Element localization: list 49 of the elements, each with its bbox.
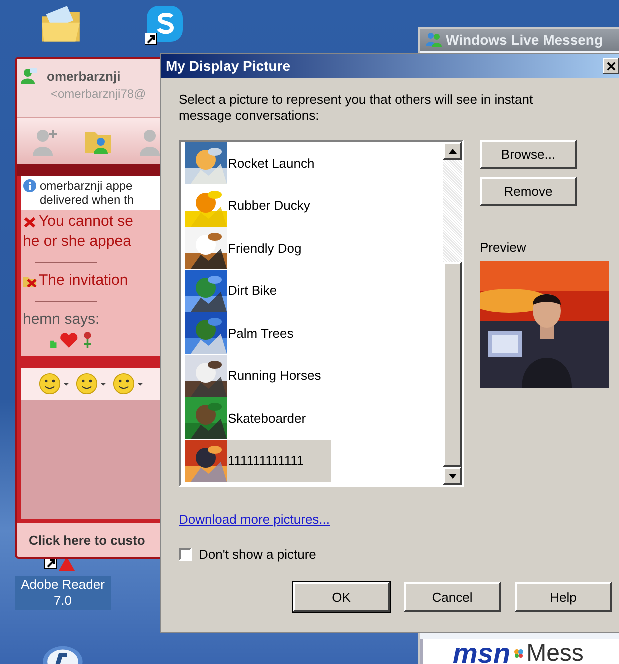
message-text: The invitation — [39, 271, 128, 291]
banner-text: Mess — [526, 640, 584, 664]
contact-email: <omerbarznji78@ — [50, 87, 148, 103]
x-mark-icon — [23, 216, 37, 228]
scroll-thumb[interactable] — [443, 262, 462, 467]
smiley-icon[interactable] — [113, 373, 146, 395]
side-button[interactable]: Remove — [480, 177, 577, 206]
buddy-icon — [21, 68, 37, 84]
icon-label[interactable]: Adobe Reader 7.0 — [15, 576, 111, 610]
picture-list-item[interactable]: Rubber Ducky — [185, 184, 331, 227]
dialog-title: My Display Picture — [166, 58, 290, 74]
dialog-button[interactable]: Help — [515, 582, 612, 612]
picture-list-item[interactable]: Running Horses — [185, 354, 331, 397]
message-text: You cannot se — [39, 212, 134, 232]
close-button[interactable] — [603, 58, 619, 74]
folder-x-icon — [23, 275, 37, 287]
message-text: hemn says: — [23, 310, 100, 330]
instruction-text: Select a picture to represent you that others will see in instant message conversations: — [179, 92, 534, 124]
download-link[interactable]: Download more pictures... — [179, 512, 330, 527]
skype-icon[interactable] — [145, 4, 185, 44]
dialog-button[interactable]: OK — [293, 582, 390, 612]
preview-label: Preview — [480, 240, 528, 255]
butterfly-icon — [514, 649, 524, 659]
picture-list-item[interactable]: Palm Trees — [185, 312, 331, 354]
picture-list-item[interactable]: Dirt Bike — [185, 270, 331, 312]
customize-text: Click here to custo — [29, 532, 146, 548]
smiley-icon[interactable] — [39, 373, 72, 395]
message-text: omerbarznji appe — [40, 179, 134, 193]
scroll-up-button[interactable] — [443, 142, 462, 160]
picture-list-item[interactable]: Friendly Dog — [185, 227, 331, 270]
smiley-icon[interactable] — [76, 373, 109, 395]
dialog-button[interactable]: Cancel — [404, 582, 501, 612]
message-text: delivered when th — [40, 193, 134, 207]
scroll-down-button[interactable] — [443, 467, 462, 485]
side-button[interactable]: Browse... — [480, 140, 577, 169]
picture-list-item[interactable]: Skateboarder — [185, 397, 331, 440]
people-icon — [426, 33, 442, 47]
close-icon — [606, 62, 616, 70]
scrollbar[interactable] — [443, 142, 462, 485]
message-text: he or she appea — [23, 232, 132, 252]
up-arrow-icon — [448, 148, 456, 154]
picture-list-item[interactable]: Rocket Launch — [185, 142, 331, 184]
window-title: Windows Live Messeng — [446, 32, 604, 48]
msn-logo: msn — [453, 639, 511, 664]
shortcut-arrow-icon — [145, 33, 157, 45]
down-arrow-icon — [448, 474, 456, 478]
picture-list-item[interactable]: 111111111111 — [185, 440, 331, 482]
contact-name: omerbarznji — [47, 68, 122, 84]
checkbox[interactable] — [179, 548, 192, 561]
